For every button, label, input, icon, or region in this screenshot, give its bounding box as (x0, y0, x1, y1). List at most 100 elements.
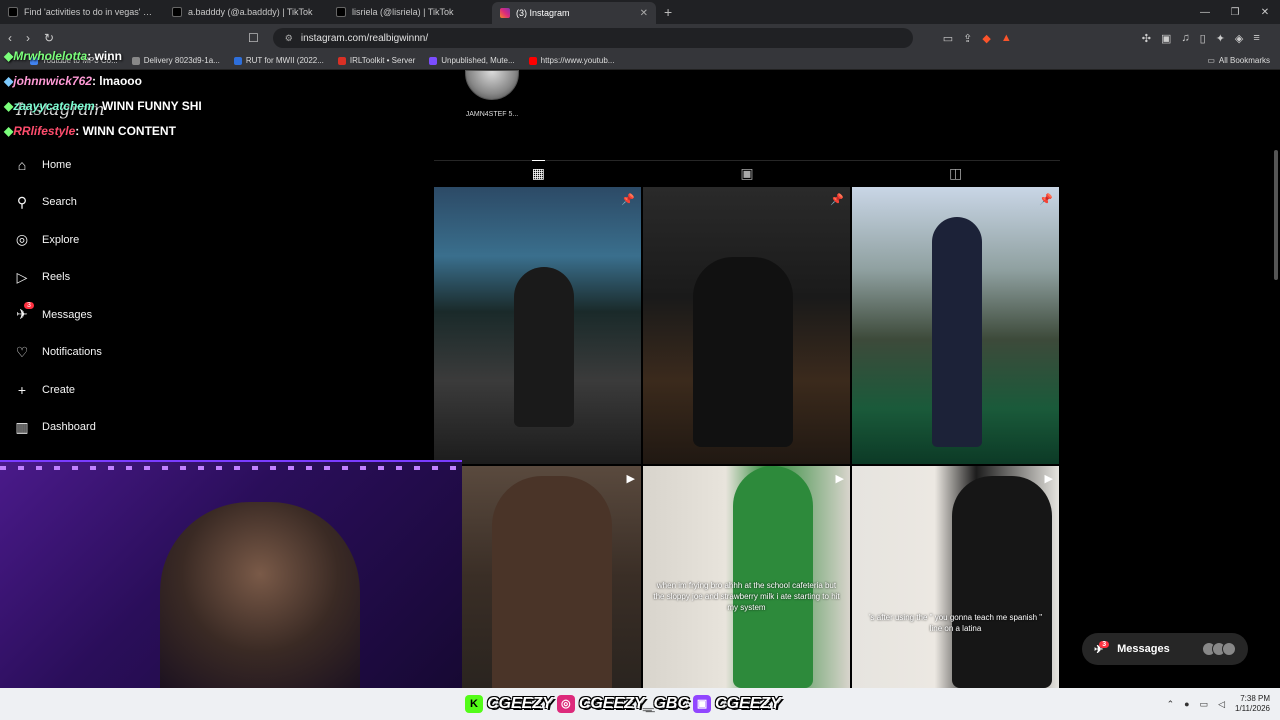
tiktok-icon (172, 7, 182, 17)
bookmark-favicon (528, 56, 537, 65)
post-caption: when im frying bro ahhh at the school ca… (653, 581, 840, 612)
browser-tab[interactable]: a.badddy (@a.badddy) | TikTok (164, 1, 328, 23)
post-tile[interactable]: ▶ (462, 466, 641, 688)
nav-label: Notifications (42, 346, 102, 359)
stream-chat-overlay: ◆Mrwholelotta: winn ◆johnnwick762: lmaoo… (4, 44, 202, 144)
instagram-icon (500, 8, 510, 18)
bookmark-icon[interactable]: ☐ (248, 31, 259, 45)
compass-icon: ◎ (15, 231, 29, 248)
chat-text: lmaooo (99, 74, 142, 88)
chat-username: RRlifestyle (13, 124, 76, 138)
restore-icon[interactable]: ❐ (1220, 7, 1250, 18)
site-info-icon[interactable]: ⚙ (285, 33, 293, 44)
sidebar-icon[interactable]: ▯ (1200, 32, 1206, 45)
bookmark-favicon (233, 56, 242, 65)
nav-messages[interactable]: ✈ 3 Messages (12, 296, 212, 334)
post-tile[interactable]: 📌 (643, 187, 850, 464)
social-handles-overlay: K CGEEZY ◎ CGEEZY_GBC ▣ CGEEZY (465, 690, 781, 718)
new-tab-button[interactable]: + (656, 4, 680, 20)
webcam-overlay (0, 460, 462, 720)
twitch-icon: ▣ (693, 695, 712, 713)
extensions-icon[interactable]: ✣ (1142, 32, 1151, 45)
close-window-icon[interactable]: ✕ (1250, 7, 1280, 18)
chevron-up-icon[interactable]: ⌃ (1167, 699, 1175, 710)
cast-icon[interactable]: ▭ (943, 32, 953, 45)
wallet-icon[interactable]: ▣ (1161, 32, 1171, 45)
bookmark-item[interactable]: IRLToolkit • Server (337, 56, 415, 65)
story-highlight[interactable]: JAMN4STEF 5... (462, 70, 522, 118)
browser-tab-active[interactable]: (3) Instagram ✕ (492, 2, 656, 24)
social-handle: CGEEZY_GBC (578, 695, 690, 712)
extension-icons: ▭ ⇪ ◆ ▲ (943, 32, 1012, 45)
reload-icon[interactable]: ↻ (44, 31, 54, 45)
nav-label: Home (42, 158, 72, 171)
post-caption: ’s after using the " you gonna teach me … (868, 613, 1043, 633)
menu-icon[interactable]: ≡ (1253, 32, 1259, 45)
leo-icon[interactable]: ✦ (1216, 32, 1225, 45)
nav-dashboard[interactable]: ▥ Dashboard (12, 409, 212, 447)
post-figure (693, 257, 793, 447)
nav-notifications[interactable]: ♡ Notifications (12, 334, 212, 372)
nav-label: Explore (42, 233, 80, 246)
display-icon[interactable]: ▭ (1200, 699, 1209, 710)
chat-separator: : (87, 49, 95, 63)
post-tile[interactable]: ▶ ’s after using the " you gonna teach m… (852, 466, 1059, 688)
highlight-avatar (465, 70, 519, 100)
reel-icon: ▶ (835, 473, 844, 485)
nav-reels[interactable]: ▷ Reels (12, 259, 212, 297)
post-tile[interactable]: 📌 (852, 187, 1059, 464)
posts-grid-icon[interactable]: ▦ (531, 160, 545, 186)
profile-tabs: ▦ ▣ ◫ (434, 160, 1060, 186)
heart-icon: ♡ (15, 343, 29, 360)
chat-separator: : (75, 124, 83, 138)
pin-icon: 📌 (1039, 194, 1053, 206)
bookmark-item[interactable]: RUT for MWII (2022... (233, 56, 324, 65)
vpn-icon[interactable]: ◈ (1235, 32, 1243, 45)
chat-message: ◆johnnwick762: lmaooo (4, 69, 202, 94)
bookmark-favicon (337, 56, 346, 65)
bookmark-label: RUT for MWII (2022... (245, 56, 324, 65)
minimize-icon[interactable]: — (1190, 7, 1220, 18)
nav-home[interactable]: ⌂ Home (12, 146, 212, 184)
instagram-icon: ◎ (556, 695, 575, 713)
chat-user-icon: ◆ (4, 74, 14, 88)
brave-rewards-icon[interactable]: ▲ (1001, 32, 1012, 45)
volume-icon[interactable]: ◁ (1218, 699, 1225, 710)
all-bookmarks-label: All Bookmarks (1218, 56, 1270, 65)
share-icon[interactable]: ⇪ (963, 32, 972, 45)
nav-create[interactable]: + Create (12, 371, 212, 409)
tagged-tab-icon[interactable]: ◫ (949, 161, 962, 186)
browser-tab[interactable]: lisriela (@lisriela) | TikTok (328, 1, 492, 23)
browser-tab[interactable]: Find 'activities to do in vegas' on TikT (0, 1, 164, 23)
post-tile[interactable]: 📌 (434, 187, 641, 464)
nav-explore[interactable]: ◎ Explore (12, 221, 212, 259)
back-icon[interactable]: ‹ (8, 31, 12, 45)
music-icon[interactable]: ♫ (1181, 32, 1189, 45)
bookmark-item[interactable]: Unpublished, Mute... (429, 56, 515, 65)
home-icon: ⌂ (17, 156, 27, 173)
all-bookmarks-button[interactable]: ▭ All Bookmarks (1207, 56, 1270, 65)
reel-icon: ▶ (626, 473, 635, 485)
post-tile[interactable]: ▶ when im frying bro ahhh at the school … (643, 466, 850, 688)
folder-icon: ▭ (1207, 56, 1215, 65)
instagram-sidebar: ⌂ Home ⚲ Search ◎ Explore ▷ Reels ✈ 3 Messages… (12, 146, 212, 446)
chat-message: ◆RRlifestyle: WINN CONTENT (4, 119, 202, 144)
microphone-icon[interactable]: ● (1184, 699, 1189, 709)
scrollbar[interactable] (1274, 150, 1278, 280)
bookmark-item[interactable]: https://www.youtub... (528, 56, 614, 65)
nav-label: Messages (42, 308, 93, 321)
url-field[interactable]: ⚙ instagram.com/realbigwinnn/ (272, 28, 913, 48)
reels-tab-icon[interactable]: ▣ (740, 161, 753, 186)
window-controls: — ❐ ✕ (1190, 7, 1280, 18)
forward-icon[interactable]: › (26, 31, 30, 45)
tiktok-icon (336, 7, 346, 17)
tiktok-icon (8, 7, 18, 17)
brave-shield-icon[interactable]: ◆ (982, 32, 990, 45)
nav-label: Create (42, 383, 76, 396)
avatar (1222, 642, 1236, 656)
close-tab-icon[interactable]: ✕ (640, 8, 648, 19)
chat-username: johnnwick762 (13, 74, 92, 88)
messages-button[interactable]: ✈ 3 Messages (1082, 633, 1248, 665)
nav-search[interactable]: ⚲ Search (12, 184, 212, 222)
clock[interactable]: 7:38 PM 1/11/2026 (1235, 694, 1270, 714)
